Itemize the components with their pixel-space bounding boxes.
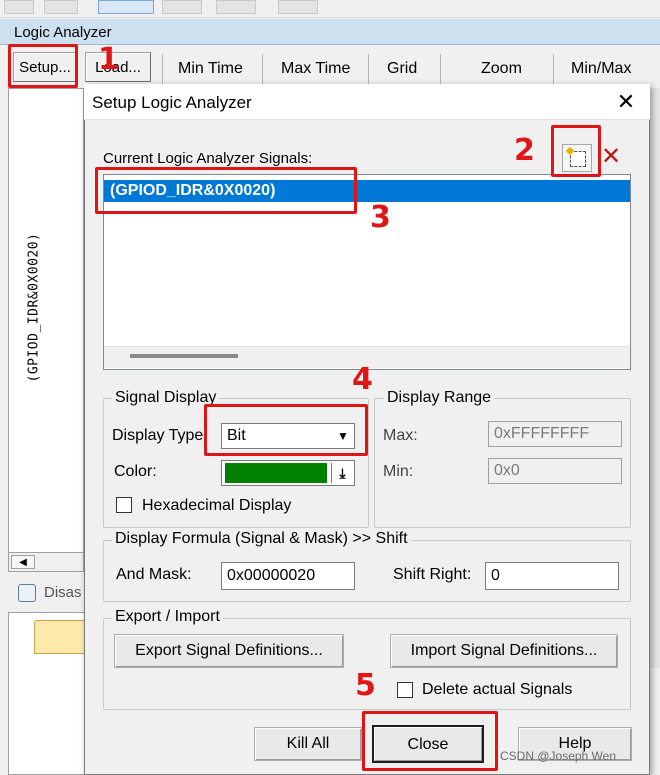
max-field[interactable]: 0xFFFFFFFF [488, 421, 622, 447]
toolbar-button[interactable] [162, 0, 202, 14]
annotation-box-display-type [204, 404, 368, 456]
color-swatch[interactable] [225, 463, 327, 483]
annotation-step-3: 3 [370, 200, 391, 235]
min-field[interactable]: 0x0 [488, 458, 622, 484]
scroll-left-icon[interactable]: ◀ [11, 555, 35, 569]
min-time-column: Min Time [178, 60, 243, 77]
and-mask-label: And Mask: [116, 566, 192, 583]
hexadecimal-display-label: Hexadecimal Display [142, 497, 292, 514]
tab-disassembly[interactable]: Disas [14, 580, 88, 606]
delete-actual-signals-label: Delete actual Signals [422, 681, 573, 698]
toolbar-button[interactable] [4, 0, 34, 14]
kill-all-button[interactable]: Kill All [254, 727, 362, 761]
display-formula-legend: Display Formula (Signal & Mask) >> Shift [112, 530, 411, 548]
grid-column: Grid [387, 60, 418, 77]
shift-right-field[interactable]: 0 [485, 562, 619, 590]
annotation-step-4: 4 [352, 362, 373, 397]
hexadecimal-display-checkbox[interactable] [116, 497, 132, 513]
signals-list-label: Current Logic Analyzer Signals: [103, 150, 313, 167]
max-label: Max: [383, 427, 418, 444]
min-label: Min: [383, 463, 414, 480]
close-icon[interactable]: ✕ [612, 90, 640, 116]
dialog-title: Setup Logic Analyzer [92, 93, 252, 112]
header-divider [440, 54, 441, 88]
min-max-column: Min/Max [571, 60, 632, 77]
display-range-legend: Display Range [384, 389, 495, 407]
max-time-column: Max Time [281, 60, 351, 77]
annotation-box-setup [8, 44, 78, 88]
shift-right-label: Shift Right: [393, 566, 472, 583]
delete-actual-signals-checkbox[interactable] [397, 682, 413, 698]
logic-analyzer-toolbar-button[interactable] [98, 0, 154, 14]
signal-name-label[interactable]: (GPIOD_IDR&0X0020) [16, 233, 46, 395]
color-label: Color: [114, 463, 157, 480]
export-import-legend: Export / Import [112, 608, 223, 626]
header-divider [262, 54, 263, 88]
zoom-column: Zoom [481, 60, 522, 77]
header-divider [162, 54, 163, 88]
annotation-box-signal [95, 167, 357, 214]
display-type-label: Display Type [112, 427, 204, 444]
and-mask-field[interactable]: 0x00000020 [221, 562, 355, 590]
annotation-step-2: 2 [514, 133, 535, 168]
toolbar-button[interactable] [278, 0, 318, 14]
annotation-step-5: 5 [355, 668, 376, 703]
header-divider [368, 54, 369, 88]
toolbar-button[interactable] [44, 0, 78, 14]
import-signal-definitions-button[interactable]: Import Signal Definitions... [390, 634, 618, 668]
annotation-box-new-signal [551, 125, 601, 177]
watermark: CSDN @Joseph Wen [500, 749, 617, 763]
toolbar-button[interactable] [216, 0, 256, 14]
scrollbar-thumb[interactable] [130, 354, 238, 358]
header-divider [553, 54, 554, 88]
export-signal-definitions-button[interactable]: Export Signal Definitions... [114, 634, 344, 668]
download-arrow-icon[interactable]: ⤓ [331, 463, 353, 483]
annotation-step-1: 1 [98, 42, 119, 77]
annotation-box-close [362, 711, 498, 771]
